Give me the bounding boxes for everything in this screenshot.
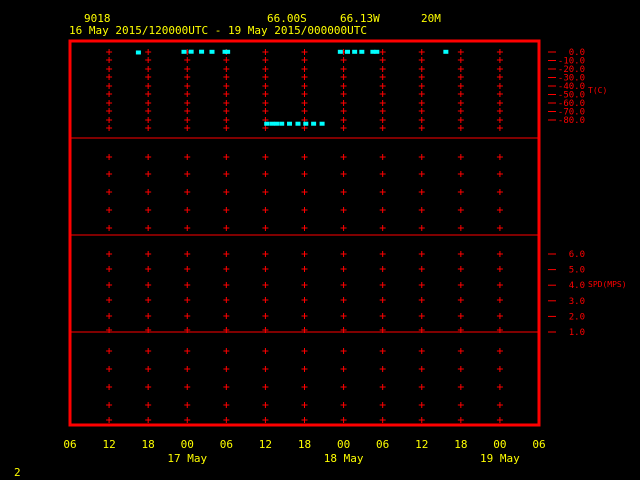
- speed-tick-label: 6.0: [569, 250, 585, 260]
- period: 16 May 2015/120000UTC - 19 May 2015/0000…: [69, 24, 367, 37]
- time-tick-label: 12: [259, 438, 272, 451]
- speed-tick-label: 2.0: [569, 312, 585, 322]
- temperature-point: [135, 50, 141, 55]
- temperature-point: [311, 121, 317, 126]
- date-label: 19 May: [480, 452, 520, 465]
- time-tick-label: 12: [415, 438, 428, 451]
- time-tick-label: 06: [63, 438, 76, 451]
- speed-tick-label: 5.0: [569, 266, 585, 276]
- time-tick-label: 18: [142, 438, 155, 451]
- temperature-point: [199, 49, 205, 54]
- time-tick-label: 06: [220, 438, 233, 451]
- temperature-axis-label: T(C): [588, 86, 607, 95]
- time-tick-label: 12: [102, 438, 115, 451]
- temperature-point: [319, 121, 325, 126]
- time-tick-label: 06: [532, 438, 545, 451]
- temperature-point: [359, 49, 365, 54]
- temperature-point: [295, 121, 301, 126]
- temperature-point: [337, 49, 343, 54]
- time-tick-label: 00: [181, 438, 194, 451]
- temperature-tick-label: -80.0: [558, 116, 585, 126]
- level: 20M: [421, 12, 441, 25]
- temperature-point: [273, 121, 279, 126]
- temperature-point: [209, 49, 215, 54]
- temperature-point: [264, 121, 270, 126]
- speed-axis-label: SPD(MPS): [588, 280, 627, 289]
- temperature-point: [303, 121, 309, 126]
- time-tick-label: 00: [493, 438, 506, 451]
- temperature-point: [287, 121, 293, 126]
- temperature-point: [225, 49, 231, 54]
- met-timeseries-plot: 9018 66.00S 66.13W 20M 16 May 2015/12000…: [0, 0, 640, 480]
- plot-background: [0, 0, 640, 480]
- temperature-point: [344, 49, 350, 54]
- temperature-point: [181, 49, 187, 54]
- temperature-point: [269, 121, 275, 126]
- page-number: 2: [14, 466, 21, 479]
- temperature-point: [279, 121, 285, 126]
- temperature-point: [374, 49, 380, 54]
- date-label: 17 May: [167, 452, 207, 465]
- speed-tick-label: 4.0: [569, 281, 585, 291]
- date-label: 18 May: [324, 452, 364, 465]
- time-tick-label: 00: [337, 438, 350, 451]
- time-tick-label: 06: [376, 438, 389, 451]
- temperature-point: [352, 49, 358, 54]
- time-tick-label: 18: [298, 438, 311, 451]
- temperature-point: [443, 49, 449, 54]
- speed-tick-label: 1.0: [569, 328, 585, 338]
- temperature-point: [188, 49, 194, 54]
- speed-tick-label: 3.0: [569, 297, 585, 307]
- time-tick-label: 18: [454, 438, 467, 451]
